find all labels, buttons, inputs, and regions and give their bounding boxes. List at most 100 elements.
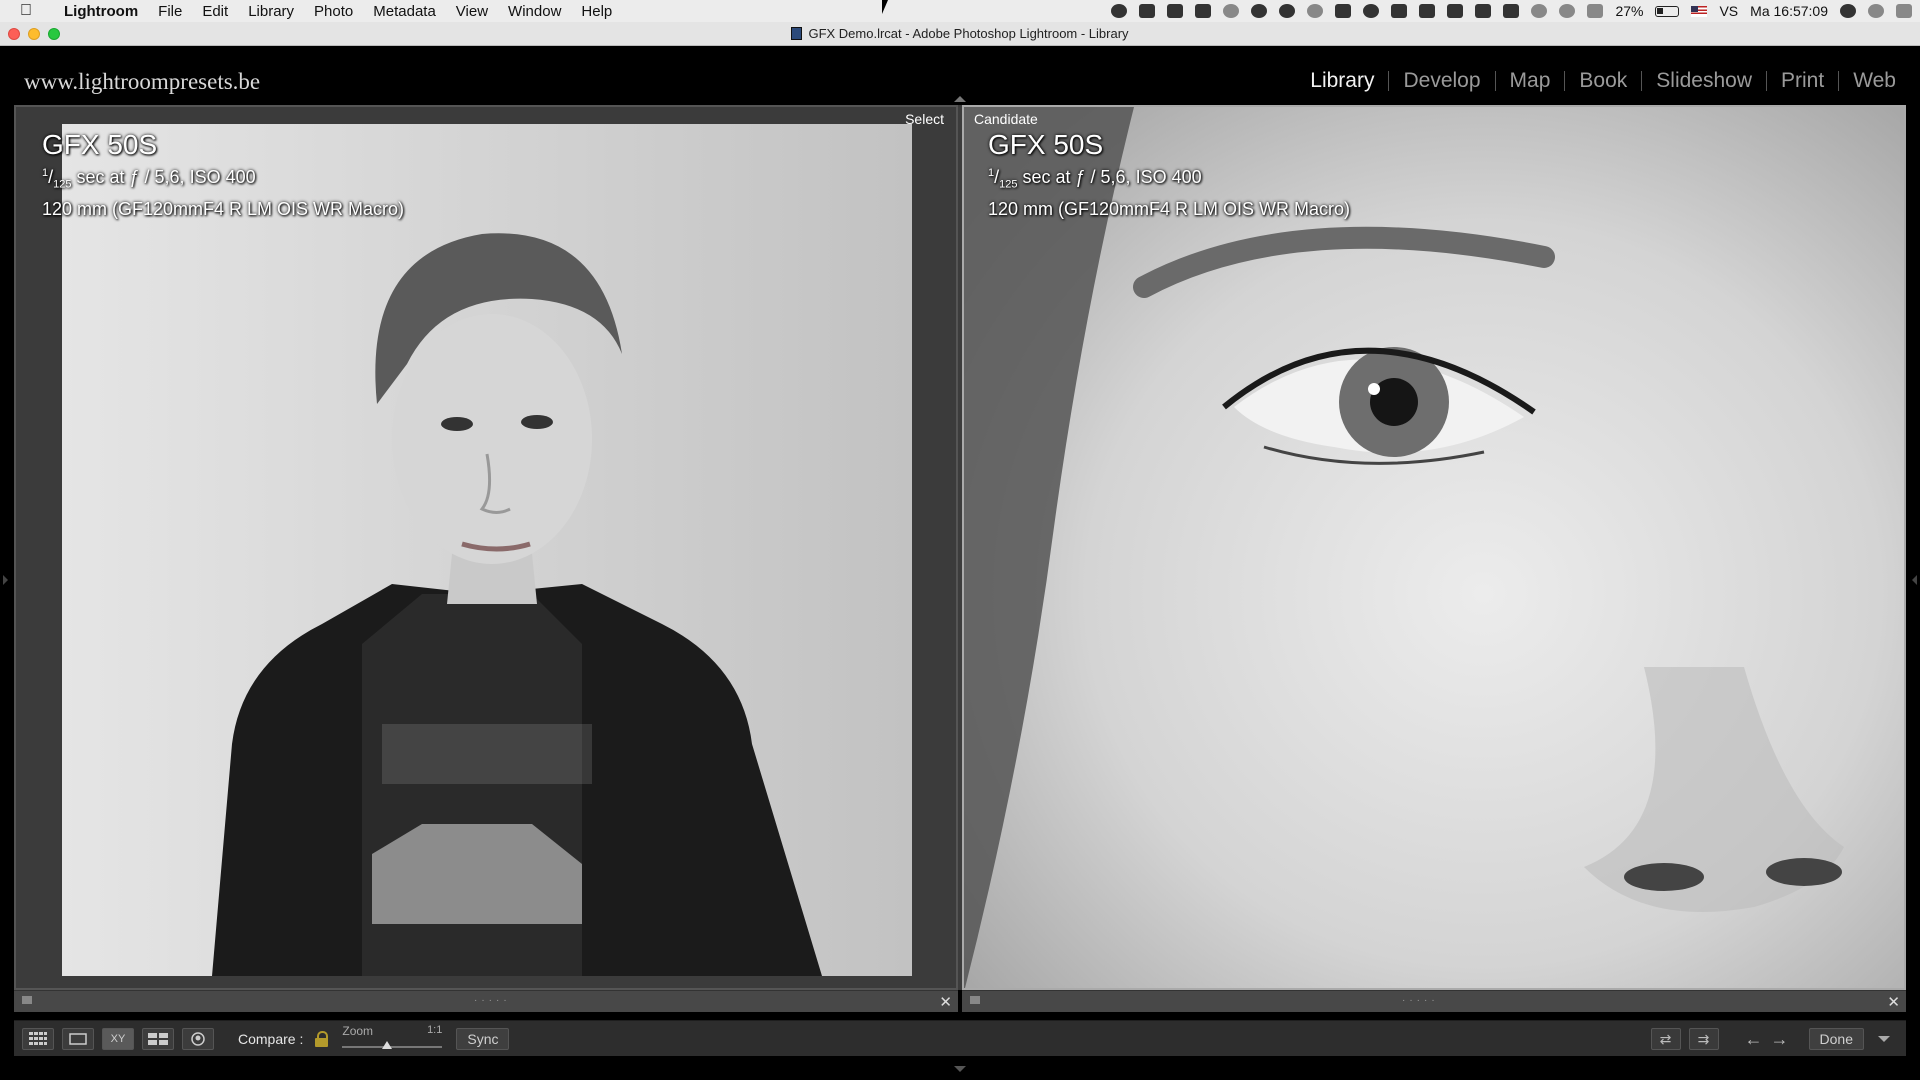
- menu-window[interactable]: Window: [498, 3, 571, 20]
- menu-file[interactable]: File: [148, 3, 192, 20]
- creative-cloud-icon[interactable]: [1111, 4, 1128, 18]
- lock-icon[interactable]: [315, 1030, 329, 1047]
- zoom-track[interactable]: [342, 1045, 443, 1048]
- time-machine-icon[interactable]: [1559, 4, 1576, 18]
- apple-menu-icon[interactable]: : [16, 1, 36, 21]
- module-picker-bar: www.lightroompresets.be Library Develop …: [0, 47, 1920, 105]
- camera-icon[interactable]: [1419, 4, 1436, 18]
- notification-center-icon[interactable]: [1896, 4, 1912, 18]
- candidate-info-overlay: GFX 50S 1/125 sec at ƒ / 5,6, ISO 400 12…: [988, 129, 1350, 221]
- app-tray-icon[interactable]: [1195, 4, 1212, 18]
- module-map[interactable]: Map: [1496, 69, 1565, 93]
- right-panel-toggle-icon[interactable]: [1912, 575, 1917, 585]
- select-pane-strip: ····· ✕: [14, 990, 958, 1012]
- left-panel-toggle-icon[interactable]: [3, 575, 8, 585]
- select-pane[interactable]: Select GFX 50S 1/125 sec at ƒ / 5,6, ISO…: [14, 105, 958, 990]
- input-source[interactable]: VS: [1719, 3, 1738, 19]
- previous-arrow-icon[interactable]: ←: [1743, 1029, 1765, 1050]
- dropbox-icon[interactable]: [1139, 4, 1156, 18]
- menu-view[interactable]: View: [446, 3, 498, 20]
- next-arrow-icon[interactable]: →: [1769, 1029, 1791, 1050]
- toolbar-options-icon[interactable]: [1878, 1036, 1890, 1042]
- lens-info: 120 mm (GF120mmF4 R LM OIS WR Macro): [42, 198, 405, 219]
- survey-view-button[interactable]: [142, 1027, 174, 1050]
- mouse-cursor: [882, 0, 888, 14]
- module-develop[interactable]: Develop: [1389, 69, 1494, 93]
- tools-icon[interactable]: [1447, 4, 1464, 18]
- menu-metadata[interactable]: Metadata: [363, 3, 446, 20]
- compare-view-button[interactable]: XY: [102, 1027, 134, 1050]
- display-icon[interactable]: [1167, 4, 1184, 18]
- exposure-details: sec at ƒ / 5,6, ISO 400: [71, 167, 256, 187]
- spotlight-tool-icon[interactable]: [1391, 4, 1408, 18]
- module-web[interactable]: Web: [1839, 69, 1910, 93]
- menu-clock[interactable]: Ma 16:57:09: [1750, 3, 1828, 19]
- window-title-bar: GFX Demo.lrcat - Adobe Photoshop Lightro…: [0, 22, 1920, 46]
- grid-view-button[interactable]: [22, 1027, 54, 1050]
- done-button[interactable]: Done: [1808, 1028, 1864, 1050]
- compare-view: Select GFX 50S 1/125 sec at ƒ / 5,6, ISO…: [14, 105, 1906, 990]
- exposure-denominator: 125: [53, 178, 72, 191]
- close-select-icon[interactable]: ✕: [939, 993, 952, 1011]
- exposure-info: 1/125 sec at ƒ / 5,6, ISO 400: [988, 167, 1202, 191]
- candidate-photo[interactable]: [964, 107, 1904, 988]
- menu-library[interactable]: Library: [238, 3, 304, 20]
- maximize-window-button[interactable]: [48, 28, 60, 40]
- move-icon[interactable]: [1251, 4, 1268, 18]
- module-picker: Library Develop Map Book Slideshow Print…: [1296, 69, 1910, 93]
- flag-icon[interactable]: [970, 996, 980, 1004]
- candidate-pane[interactable]: Candidate GFX 50S 1/125 sec at ƒ / 5,6, …: [962, 105, 1906, 990]
- module-library[interactable]: Library: [1296, 69, 1388, 93]
- exposure-info: 1/125 sec at ƒ / 5,6, ISO 400: [42, 167, 256, 191]
- close-window-button[interactable]: [8, 28, 20, 40]
- catalog-document-icon: [791, 27, 803, 40]
- menu-help[interactable]: Help: [571, 3, 622, 20]
- macos-menu-bar:  Lightroom File Edit Library Photo Meta…: [0, 0, 1920, 22]
- minimize-window-button[interactable]: [28, 28, 40, 40]
- menu-bar-icon[interactable]: [1475, 4, 1492, 18]
- make-select-icon[interactable]: ⇉: [1688, 1028, 1719, 1050]
- lens-info: 120 mm (GF120mmF4 R LM OIS WR Macro): [988, 198, 1351, 219]
- record-icon[interactable]: [1223, 4, 1240, 18]
- module-print[interactable]: Print: [1767, 69, 1838, 93]
- menu-app[interactable]: Lightroom: [54, 3, 148, 20]
- module-slideshow[interactable]: Slideshow: [1642, 69, 1766, 93]
- window-title: GFX Demo.lrcat - Adobe Photoshop Lightro…: [808, 26, 1129, 41]
- search-icon[interactable]: [1868, 4, 1884, 18]
- resize-grip-icon[interactable]: ·····: [1402, 995, 1439, 1006]
- sync-button[interactable]: Sync: [456, 1027, 510, 1050]
- swap-icon[interactable]: ⇄: [1650, 1028, 1681, 1050]
- menu-edit[interactable]: Edit: [192, 3, 238, 20]
- zoom-thumb[interactable]: [382, 1040, 393, 1049]
- loupe-view-button[interactable]: [62, 1027, 94, 1050]
- module-book[interactable]: Book: [1565, 69, 1641, 93]
- camera-model: GFX 50S: [42, 129, 158, 160]
- close-candidate-icon[interactable]: ✕: [1887, 993, 1900, 1011]
- cloud-icon[interactable]: [1363, 4, 1380, 18]
- airplay-icon[interactable]: [1503, 4, 1520, 18]
- window-controls: [8, 28, 60, 40]
- status-area: 27% VS Ma 16:57:09: [1111, 0, 1912, 22]
- window-manager-icon[interactable]: [1335, 4, 1352, 18]
- user-icon[interactable]: [1840, 4, 1856, 18]
- wifi-icon[interactable]: [1531, 4, 1548, 18]
- sync-status-icon[interactable]: [1307, 4, 1324, 18]
- timer-icon[interactable]: [1279, 4, 1296, 18]
- resize-grip-icon[interactable]: ·····: [474, 995, 511, 1006]
- menu-photo[interactable]: Photo: [304, 3, 363, 20]
- compare-label: Compare :: [238, 1030, 304, 1047]
- select-label: Select: [905, 111, 944, 127]
- collapse-filmstrip-icon[interactable]: [954, 1066, 966, 1072]
- collapse-top-panel-icon[interactable]: [954, 96, 966, 102]
- us-flag-icon[interactable]: [1691, 5, 1708, 17]
- select-photo[interactable]: [62, 124, 912, 976]
- flag-icon[interactable]: [22, 996, 32, 1004]
- exposure-numerator: 1: [42, 167, 49, 179]
- exposure-denominator: 125: [999, 178, 1018, 191]
- bluetooth-icon[interactable]: [1587, 4, 1604, 18]
- battery-percent[interactable]: 27%: [1615, 3, 1643, 19]
- zoom-ratio: 1:1: [427, 1023, 443, 1036]
- battery-icon[interactable]: [1655, 5, 1680, 17]
- people-view-button[interactable]: [182, 1027, 214, 1050]
- zoom-slider[interactable]: Zoom 1:1: [342, 1023, 443, 1054]
